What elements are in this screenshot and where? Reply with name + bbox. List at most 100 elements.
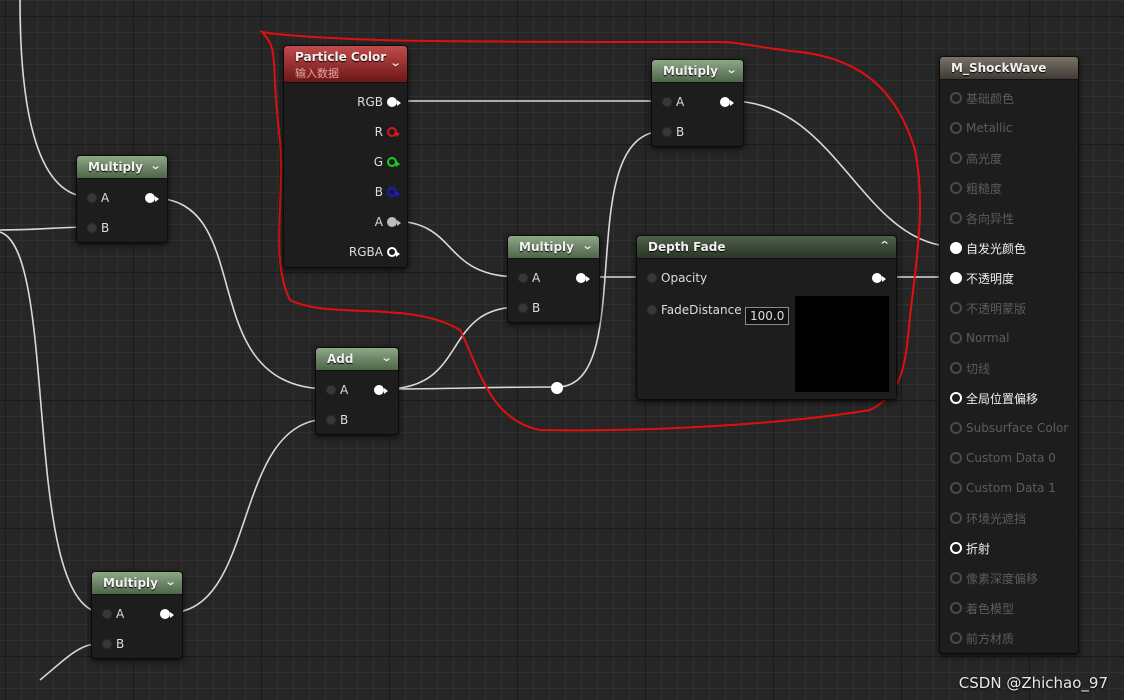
pin-icon[interactable] bbox=[950, 302, 962, 314]
input-pin-b[interactable]: B bbox=[326, 412, 352, 428]
node-header[interactable]: Particle Color 输入数据 ⌄ bbox=[284, 46, 407, 83]
node-header[interactable]: Multiply ⌄ bbox=[92, 572, 182, 595]
material-input-pin[interactable]: 全局位置偏移 bbox=[950, 390, 1038, 406]
pin-icon[interactable] bbox=[102, 609, 112, 619]
pin-icon[interactable] bbox=[950, 482, 962, 494]
pin-icon[interactable] bbox=[950, 182, 962, 194]
pin-icon[interactable] bbox=[950, 452, 962, 464]
output-pin-rgba[interactable]: RGBA bbox=[345, 244, 400, 260]
pin-icon[interactable] bbox=[576, 273, 590, 283]
pin-icon[interactable] bbox=[387, 217, 401, 227]
output-pin[interactable] bbox=[720, 94, 734, 110]
pin-icon[interactable] bbox=[87, 193, 97, 203]
pin-icon[interactable] bbox=[87, 223, 97, 233]
input-pin-b[interactable]: B bbox=[102, 636, 128, 652]
pin-icon[interactable] bbox=[950, 122, 962, 134]
input-pin-a[interactable]: A bbox=[518, 270, 544, 286]
material-input-pin[interactable]: 环境光遮挡 bbox=[950, 510, 1026, 526]
input-pin-b[interactable]: B bbox=[518, 300, 544, 316]
input-pin-fade-distance[interactable]: FadeDistance bbox=[647, 302, 746, 318]
chevron-down-icon[interactable]: ⌄ bbox=[380, 351, 393, 364]
pin-icon[interactable] bbox=[950, 362, 962, 374]
multiply-node-top[interactable]: Multiply ⌄ A B bbox=[651, 59, 744, 147]
material-input-pin[interactable]: 前方材质 bbox=[950, 630, 1014, 646]
input-pin-a[interactable]: A bbox=[662, 94, 688, 110]
output-pin[interactable] bbox=[145, 190, 159, 206]
input-pin-opacity[interactable]: Opacity bbox=[647, 270, 711, 286]
output-pin-a[interactable]: A bbox=[371, 214, 401, 230]
material-input-pin[interactable]: 不透明度 bbox=[950, 270, 1014, 286]
input-pin-a[interactable]: A bbox=[102, 606, 128, 622]
material-input-pin[interactable]: 高光度 bbox=[950, 150, 1002, 166]
node-header[interactable]: Multiply ⌄ bbox=[652, 60, 743, 83]
pin-icon[interactable] bbox=[662, 97, 672, 107]
material-input-pin[interactable]: 自发光颜色 bbox=[950, 240, 1026, 256]
pin-icon[interactable] bbox=[662, 127, 672, 137]
pin-icon[interactable] bbox=[950, 212, 962, 224]
particle-color-node[interactable]: Particle Color 输入数据 ⌄ RGB R G B A RGBA bbox=[283, 45, 408, 268]
pin-icon[interactable] bbox=[950, 572, 962, 584]
pin-icon[interactable] bbox=[872, 273, 886, 283]
chevron-down-icon[interactable]: ⌄ bbox=[164, 575, 177, 588]
node-header[interactable]: Depth Fade ⌃ bbox=[637, 236, 896, 259]
material-input-pin[interactable]: 各向异性 bbox=[950, 210, 1014, 226]
pin-icon[interactable] bbox=[950, 92, 962, 104]
pin-icon[interactable] bbox=[518, 303, 528, 313]
input-pin-a[interactable]: A bbox=[87, 190, 113, 206]
reroute-knot[interactable] bbox=[551, 382, 563, 394]
material-input-pin[interactable]: Custom Data 1 bbox=[950, 480, 1056, 496]
pin-icon[interactable] bbox=[950, 422, 962, 434]
pin-icon[interactable] bbox=[950, 602, 962, 614]
pin-icon[interactable] bbox=[326, 385, 336, 395]
chevron-up-icon[interactable]: ⌃ bbox=[878, 239, 891, 252]
pin-icon[interactable] bbox=[647, 273, 657, 283]
pin-icon[interactable] bbox=[518, 273, 528, 283]
pin-icon[interactable] bbox=[387, 187, 400, 197]
node-header[interactable]: Multiply ⌄ bbox=[77, 156, 167, 179]
pin-icon[interactable] bbox=[387, 247, 400, 257]
pin-icon[interactable] bbox=[950, 332, 962, 344]
pin-icon[interactable] bbox=[145, 193, 159, 203]
material-input-pin[interactable]: 折射 bbox=[950, 540, 990, 556]
material-input-pin[interactable]: 着色模型 bbox=[950, 600, 1014, 616]
pin-icon[interactable] bbox=[387, 127, 400, 137]
material-input-pin[interactable]: 像素深度偏移 bbox=[950, 570, 1038, 586]
input-pin-a[interactable]: A bbox=[326, 382, 352, 398]
output-pin[interactable] bbox=[576, 270, 590, 286]
pin-icon[interactable] bbox=[950, 632, 962, 644]
node-header[interactable]: Multiply ⌄ bbox=[508, 236, 599, 259]
pin-icon[interactable] bbox=[950, 242, 962, 254]
pin-icon[interactable] bbox=[950, 542, 962, 554]
node-header[interactable]: M_ShockWave bbox=[940, 57, 1078, 80]
pin-icon[interactable] bbox=[950, 272, 962, 284]
material-result-node[interactable]: M_ShockWave 基础颜色 Metallic 高光度 粗糙度 各向异性 自发光颜色不… bbox=[939, 56, 1079, 654]
output-pin-r[interactable]: R bbox=[371, 124, 400, 140]
material-input-pin[interactable]: Subsurface Color bbox=[950, 420, 1068, 436]
chevron-down-icon[interactable]: ⌄ bbox=[149, 159, 162, 172]
pin-icon[interactable] bbox=[387, 97, 401, 107]
pin-icon[interactable] bbox=[326, 415, 336, 425]
material-input-pin[interactable]: 基础颜色 bbox=[950, 90, 1014, 106]
node-header[interactable]: Add ⌄ bbox=[316, 348, 398, 371]
multiply-node-left[interactable]: Multiply ⌄ A B bbox=[76, 155, 168, 243]
material-input-pin[interactable]: Metallic bbox=[950, 120, 1012, 136]
multiply-node-middle[interactable]: Multiply ⌄ A B bbox=[507, 235, 600, 323]
input-pin-b[interactable]: B bbox=[87, 220, 113, 236]
material-input-pin[interactable]: Custom Data 0 bbox=[950, 450, 1056, 466]
chevron-down-icon[interactable]: ⌄ bbox=[389, 56, 402, 69]
output-pin[interactable] bbox=[160, 606, 174, 622]
output-pin-b[interactable]: B bbox=[371, 184, 400, 200]
output-pin-g[interactable]: G bbox=[370, 154, 400, 170]
material-input-pin[interactable]: Normal bbox=[950, 330, 1009, 346]
pin-icon[interactable] bbox=[374, 385, 388, 395]
output-pin[interactable] bbox=[872, 270, 886, 286]
fade-distance-input[interactable]: 100.0 bbox=[745, 307, 790, 325]
input-pin-b[interactable]: B bbox=[662, 124, 688, 140]
output-pin-rgb[interactable]: RGB bbox=[353, 94, 401, 110]
pin-icon[interactable] bbox=[950, 512, 962, 524]
pin-icon[interactable] bbox=[160, 609, 174, 619]
multiply-node-bottom[interactable]: Multiply ⌄ A B bbox=[91, 571, 183, 659]
depth-fade-node[interactable]: Depth Fade ⌃ Opacity FadeDistance 100.0 bbox=[636, 235, 897, 400]
pin-icon[interactable] bbox=[102, 639, 112, 649]
chevron-down-icon[interactable]: ⌄ bbox=[725, 63, 738, 76]
